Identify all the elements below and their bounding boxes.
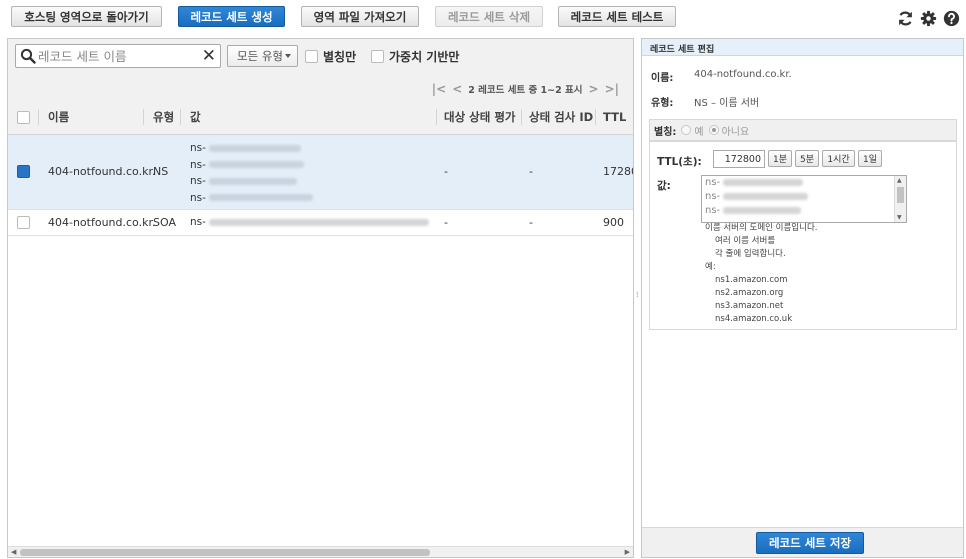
help-icon[interactable] [943, 10, 960, 27]
record-value-line: ns- [190, 173, 313, 190]
test-record-set-button[interactable]: 레코드 세트 테스트 [558, 6, 676, 27]
weighted-only-label: 가중치 기반만 [389, 50, 460, 64]
record-set-list-panel: ✕ 모든 유형 별칭만 가중치 기반만 |< < 2 레코드 세트 중 1~2 … [7, 38, 634, 558]
record-value-line: ns- [190, 140, 313, 157]
alias-yes-radio[interactable] [681, 125, 692, 135]
alias-only-filter[interactable]: 별칭만 [305, 48, 356, 65]
table-row[interactable]: 404-notfound.co.kr. SOA ns- - - 900 [8, 210, 633, 236]
column-header-type[interactable]: 유형 [153, 99, 174, 135]
clear-search-icon[interactable]: ✕ [202, 47, 216, 65]
horizontal-scrollbar[interactable]: ◀ ▶ [8, 546, 633, 557]
delete-record-set-button[interactable]: 레코드 세트 삭제 [435, 6, 543, 27]
record-ttl: 172800 [603, 165, 633, 178]
value-label: 값: [657, 180, 671, 192]
select-all-checkbox[interactable] [17, 110, 30, 124]
table-row[interactable]: 404-notfound.co.kr. NS ns- ns- ns- ns- -… [8, 135, 633, 210]
value-textarea[interactable]: ns- ns- ns- ▲ ▼ [701, 175, 907, 223]
type-label: 유형: [651, 98, 674, 109]
record-type-select-value: 모든 유형 [237, 49, 283, 63]
record-name: 404-notfound.co.kr. [48, 165, 156, 178]
search-box: ✕ [15, 44, 221, 68]
textarea-scrollbar[interactable]: ▲ ▼ [894, 176, 906, 222]
scroll-right-icon[interactable]: ▶ [625, 548, 630, 556]
column-header-health-evaluation[interactable]: 대상 상태 평가 [444, 99, 516, 135]
toolbar: 호스팅 영역으로 돌아가기 레코드 세트 생성 영역 파일 가져오기 레코드 세… [0, 0, 966, 36]
record-type: NS [153, 165, 169, 178]
ttl-1hour-button[interactable]: 1시간 [822, 150, 855, 167]
search-icon [20, 48, 36, 64]
record-set-name-search-input[interactable] [38, 47, 198, 65]
filter-bar: ✕ 모든 유형 별칭만 가중치 기반만 |< < 2 레코드 세트 중 1~2 … [8, 39, 633, 135]
scroll-down-icon[interactable]: ▼ [897, 214, 902, 221]
column-header-health-check-id[interactable]: 상태 검사 ID [529, 99, 593, 135]
name-value: 404-notfound.co.kr. [694, 69, 792, 80]
record-health-evaluation: - [444, 165, 448, 178]
alias-no-radio[interactable] [708, 125, 719, 135]
type-row: 유형: NS – 이름 서버 [651, 94, 759, 109]
record-value-line: ns- [190, 216, 429, 228]
record-values: ns- ns- ns- ns- [190, 140, 313, 206]
alias-only-label: 별칭만 [323, 50, 357, 64]
column-header-ttl[interactable]: TTL [603, 99, 626, 135]
weighted-only-checkbox[interactable] [371, 50, 384, 63]
weighted-only-filter[interactable]: 가중치 기반만 [371, 48, 459, 65]
save-bar: 레코드 세트 저장 [642, 527, 963, 557]
value-help-text: 이름 서버의 도메인 이름입니다. 여러 이름 서버를 각 줄에 입력합니다. … [705, 223, 818, 324]
name-label: 이름: [651, 73, 674, 84]
record-settings-box: TTL(초): 172800 1분 5분 1시간 1일 값: ns- ns- n… [649, 141, 957, 330]
ttl-5min-button[interactable]: 5분 [795, 150, 819, 167]
record-health-evaluation: - [444, 216, 448, 229]
next-page-button[interactable]: > [589, 82, 599, 96]
name-row: 이름: 404-notfound.co.kr. [651, 69, 792, 84]
last-page-button[interactable]: >| [605, 82, 619, 96]
alias-no-option[interactable]: 아니요 [708, 123, 749, 138]
record-health-check-id: - [529, 216, 533, 229]
chevron-down-icon [285, 54, 291, 58]
top-icon-group [897, 10, 960, 27]
table-header: 이름 유형 값 대상 상태 평가 상태 검사 ID TTL [8, 99, 633, 135]
record-value-line: ns- [190, 157, 313, 174]
record-ttl: 900 [603, 216, 624, 229]
column-header-name[interactable]: 이름 [48, 99, 69, 135]
row-checkbox[interactable] [17, 165, 30, 178]
gear-icon[interactable] [920, 10, 937, 27]
save-record-set-button[interactable]: 레코드 세트 저장 [756, 532, 864, 554]
record-value-line: ns- [190, 190, 313, 207]
create-record-set-button[interactable]: 레코드 세트 생성 [178, 6, 285, 27]
alias-yes-option[interactable]: 예 [681, 123, 704, 138]
pagination: |< < 2 레코드 세트 중 1~2 표시 > >| [432, 82, 619, 96]
ttl-1min-button[interactable]: 1분 [768, 150, 792, 167]
column-header-value[interactable]: 값 [190, 99, 201, 135]
panel-resize-handle[interactable]: ⁞ [636, 290, 639, 299]
scroll-up-icon[interactable]: ▲ [897, 177, 902, 184]
refresh-icon[interactable] [897, 10, 914, 27]
pagination-summary: 2 레코드 세트 중 1~2 표시 [468, 85, 583, 96]
record-type: SOA [153, 216, 176, 229]
back-to-hosted-zones-button[interactable]: 호스팅 영역으로 돌아가기 [11, 6, 162, 27]
prev-page-button[interactable]: < [452, 82, 462, 96]
import-zone-file-button[interactable]: 영역 파일 가져오기 [301, 6, 419, 27]
ttl-label: TTL(초): [657, 156, 702, 168]
record-name: 404-notfound.co.kr. [48, 216, 156, 229]
alias-only-checkbox[interactable] [305, 50, 318, 63]
edit-record-set-panel: 레코드 세트 편집 이름: 404-notfound.co.kr. 유형: NS… [641, 38, 964, 558]
scrollbar-thumb[interactable] [20, 549, 430, 556]
scroll-left-icon[interactable]: ◀ [11, 548, 16, 556]
ttl-1day-button[interactable]: 1일 [858, 150, 882, 167]
ttl-input[interactable]: 172800 [713, 150, 765, 168]
panel-title: 레코드 세트 편집 [642, 39, 963, 56]
row-checkbox[interactable] [17, 216, 30, 229]
first-page-button[interactable]: |< [432, 82, 446, 96]
alias-label: 별칭: [654, 126, 677, 138]
type-value: NS – 이름 서버 [694, 98, 760, 109]
record-health-check-id: - [529, 165, 533, 178]
record-type-select[interactable]: 모든 유형 [227, 45, 298, 67]
alias-row: 별칭: 예 아니요 [649, 119, 957, 141]
